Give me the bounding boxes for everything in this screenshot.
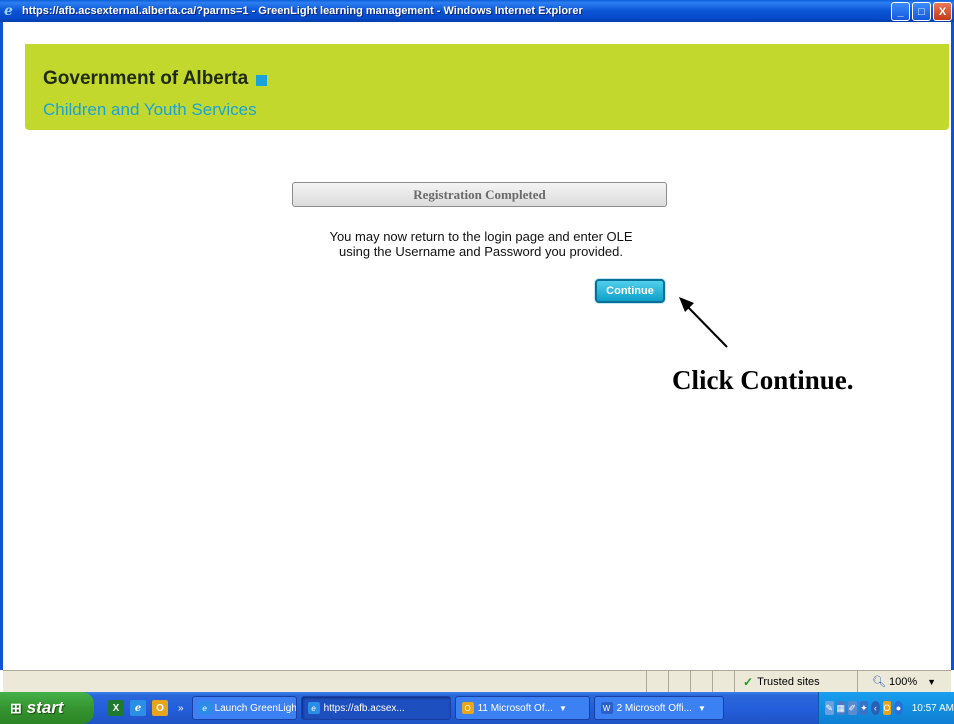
task-label: Launch GreenLigh...	[214, 702, 297, 714]
word-icon: W	[600, 702, 613, 714]
checkmark-icon: ✓	[743, 674, 754, 689]
status-text-area	[3, 671, 646, 692]
settings-icon[interactable]: ✦	[859, 701, 869, 715]
quick-launch-expand-icon[interactable]: »	[178, 703, 184, 714]
start-label: start	[26, 698, 64, 717]
task-label: 2 Microsoft Offi...	[616, 702, 692, 714]
system-tray: ✎ ▦ ✐ ✦ ‹ O ● 10:57 AM	[818, 692, 954, 724]
start-button[interactable]: ⊞ start	[0, 692, 94, 724]
task-button[interactable]: W 2 Microsoft Offi... ▼	[593, 696, 724, 720]
organization-name: Government of Alberta	[43, 68, 268, 90]
outlook-icon[interactable]: O	[882, 701, 892, 715]
ie-icon: e	[307, 702, 320, 714]
alberta-square-icon	[256, 74, 268, 86]
registration-header: Registration Completed	[292, 182, 667, 207]
task-button[interactable]: e https://afb.acsex...	[300, 696, 451, 720]
status-cell	[646, 671, 668, 692]
department-name: Children and Youth Services	[43, 100, 257, 119]
message-line-2: using the Username and Password you prov…	[339, 244, 623, 259]
window-title: https://afb.acsexternal.alberta.ca/?parm…	[22, 5, 583, 17]
pen-icon[interactable]: ✎	[825, 701, 834, 715]
zoom-control[interactable]: 🔍︎ 100% ▼	[857, 671, 951, 692]
status-cell	[668, 671, 690, 692]
taskbar: ⊞ start X e O » e Launch GreenLigh... e …	[0, 692, 954, 724]
task-button[interactable]: O 11 Microsoft Of... ▼	[454, 696, 590, 720]
close-button[interactable]: X	[933, 2, 952, 21]
windows-logo-icon: ⊞	[10, 699, 22, 716]
chevron-down-icon: ▼	[697, 703, 706, 713]
zoom-level: 100%	[888, 675, 918, 688]
network-icon[interactable]: ▦	[836, 701, 846, 715]
organization-name-text: Government of Alberta	[43, 68, 249, 89]
ie-icon: e	[198, 702, 211, 714]
window-title-bar[interactable]: e https://afb.acsexternal.alberta.ca/?pa…	[0, 0, 954, 22]
security-zone-label: Trusted sites	[757, 675, 820, 688]
chevron-down-icon: ▼	[927, 676, 937, 687]
maximize-button[interactable]: □	[912, 2, 931, 21]
window-controls: _ □ X	[891, 2, 952, 21]
edit-icon[interactable]: ✐	[848, 701, 857, 715]
message-line-1: You may now return to the login page and…	[329, 229, 633, 244]
outlook-icon: O	[461, 702, 474, 714]
pointer-arrow-icon	[679, 297, 728, 348]
task-button[interactable]: e Launch GreenLigh...	[191, 696, 297, 720]
audio-icon[interactable]: ●	[894, 701, 903, 715]
chevron-down-icon: ▼	[558, 703, 567, 713]
minimize-button[interactable]: _	[891, 2, 910, 21]
outlook-icon[interactable]: O	[152, 700, 168, 716]
quick-launch: X e O »	[108, 700, 184, 716]
ie-icon[interactable]: e	[130, 700, 146, 716]
task-label: https://afb.acsex...	[323, 702, 405, 714]
back-arrow-icon[interactable]: ‹	[871, 701, 880, 715]
task-label: 11 Microsoft Of...	[477, 702, 553, 714]
registration-message: You may now return to the login page and…	[281, 229, 681, 259]
continue-button[interactable]: Continue	[595, 279, 665, 303]
clock: 10:57 AM	[911, 702, 954, 714]
security-zone[interactable]: ✓ Trusted sites	[734, 671, 857, 692]
status-bar: ✓ Trusted sites 🔍︎ 100% ▼	[3, 670, 951, 692]
excel-icon[interactable]: X	[108, 700, 124, 716]
status-cell	[690, 671, 712, 692]
government-banner: Government of Alberta Children and Youth…	[25, 44, 949, 130]
magnifier-icon: 🔍︎	[872, 676, 886, 688]
instruction-callout: Click Continue.	[672, 365, 854, 395]
task-list: e Launch GreenLigh... e https://afb.acse…	[191, 696, 724, 720]
browser-content: Government of Alberta Children and Youth…	[0, 22, 954, 670]
status-cell	[712, 671, 734, 692]
ie-icon: e	[4, 3, 13, 19]
